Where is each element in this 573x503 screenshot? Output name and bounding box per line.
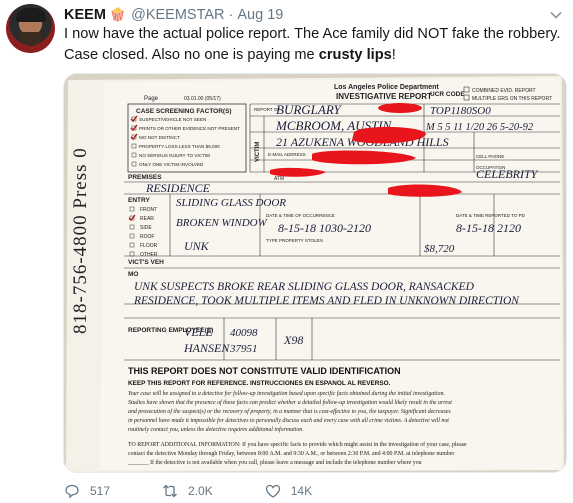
svg-text:SIDE: SIDE	[140, 225, 152, 231]
svg-text:routinely contact you, unless: routinely contact you, unless the detect…	[128, 426, 304, 433]
reply-button[interactable]: 517	[64, 483, 110, 499]
tweet-date[interactable]: Aug 19	[237, 7, 283, 23]
tweet-text: I now have the actual police report. The…	[64, 26, 561, 63]
method-field: BROKEN WINDOW	[176, 217, 268, 229]
like-count: 14K	[290, 484, 313, 498]
svg-text:NO SERIOUS INJURY TO VICTIM: NO SERIOUS INJURY TO VICTIM	[139, 153, 210, 158]
svg-text:KEEP THIS REPORT FOR REFERENCE: KEEP THIS REPORT FOR REFERENCE. INSTRUCC…	[128, 380, 391, 387]
occurrence-field: 8-15-18 1030-2120	[278, 221, 371, 235]
svg-text:E-MAIL ADDRESS: E-MAIL ADDRESS	[268, 152, 306, 157]
svg-text:ONLY ONE VICTIM INVOLVED: ONLY ONE VICTIM INVOLVED	[139, 162, 204, 167]
svg-text:_______ If the detective is no: _______ If the detective is not availabl…	[127, 459, 422, 466]
retweet-button[interactable]: 2.0K	[162, 483, 213, 499]
employee-2: HANSEN	[183, 341, 230, 355]
heart-icon	[265, 484, 280, 498]
tweet-image[interactable]: 818-756-4800 Press 0 Los Angeles Police …	[63, 73, 567, 473]
side-note: 818-756-4800 Press 0	[70, 147, 91, 334]
svg-text:DATE & TIME REPORTED TO PD: DATE & TIME REPORTED TO PD	[456, 213, 526, 218]
employee-1: VELE	[184, 325, 213, 339]
reply-count: 517	[90, 484, 111, 498]
svg-text:MO: MO	[128, 271, 138, 278]
svg-text:Studies have shown that the pr: Studies have shown that the presence of …	[128, 399, 452, 406]
svg-text:MULTIPLE GRS ON THIS REPORT: MULTIPLE GRS ON THIS REPORT	[472, 96, 552, 102]
retweet-icon	[163, 484, 177, 498]
svg-text:and prosecution of the suspect: and prosecution of the suspect(s) or the…	[128, 408, 451, 415]
popcorn-icon: 🍿	[109, 7, 127, 22]
svg-text:X98: X98	[283, 333, 303, 347]
svg-text:OTHER: OTHER	[140, 252, 158, 258]
svg-text:Page: Page	[144, 96, 159, 102]
svg-text:REAR: REAR	[140, 216, 154, 222]
screening-title: CASE SCREENING FACTOR(S)	[136, 108, 232, 115]
chevron-down-icon[interactable]	[549, 8, 563, 22]
like-button[interactable]: 14K	[265, 483, 312, 499]
svg-text:40098: 40098	[230, 327, 258, 339]
report-agency: Los Angeles Police Department	[334, 84, 439, 91]
loss-field: $8,720	[424, 243, 455, 255]
svg-text:FLOOR: FLOOR	[140, 243, 158, 249]
tweet-actions: 517 2.0K 14K	[64, 482, 394, 500]
avatar[interactable]	[6, 4, 55, 53]
svg-text:OCCUPATION: OCCUPATION	[476, 165, 505, 170]
reply-icon	[65, 484, 79, 499]
svg-text:TYPE PROPERTY STOLEN: TYPE PROPERTY STOLEN	[266, 238, 323, 243]
author-name[interactable]: KEEM	[64, 7, 106, 23]
svg-text:TO REPORT ADDITIONAL INFORMATI: TO REPORT ADDITIONAL INFORMATION: If you…	[128, 441, 467, 448]
svg-text:VICTIM: VICTIM	[255, 142, 261, 162]
svg-text:MO NOT DISTINCT: MO NOT DISTINCT	[139, 135, 180, 140]
svg-text:CELL PHONE: CELL PHONE	[476, 154, 504, 159]
point-of-entry-field: SLIDING GLASS DOOR	[176, 197, 286, 209]
reported-field: 8-15-18 2120	[456, 221, 521, 235]
svg-text:ROOF: ROOF	[140, 234, 154, 240]
retweet-count: 2.0K	[188, 484, 213, 498]
svg-text:contact the detective Monday t: contact the detective Monday through Fri…	[128, 451, 454, 457]
svg-text:PRINTS OR OTHER EVIDENCE NOT P: PRINTS OR OTHER EVIDENCE NOT PRESENT	[139, 126, 240, 131]
svg-text:Your case will be assigned to: Your case will be assigned to a detectiv…	[128, 390, 445, 397]
mo-line-2: RESIDENCE, TOOK MULTIPLE ITEMS AND FLED …	[133, 295, 520, 307]
svg-text:ATM: ATM	[274, 176, 284, 182]
report-of-field: BURGLARY	[276, 102, 343, 117]
svg-text:FRONT: FRONT	[140, 207, 157, 213]
mo-line-1: UNK SUSPECTS BROKE REAR SLIDING GLASS DO…	[134, 281, 475, 293]
tweet-header: KEEM 🍿 @KEEMSTAR · Aug 19	[64, 7, 284, 23]
premises-field: RESIDENCE	[145, 181, 211, 195]
svg-text:03.01.00 (05/17): 03.01.00 (05/17)	[184, 96, 221, 102]
svg-text:ENTRY: ENTRY	[128, 197, 150, 204]
svg-text:DATE & TIME OF OCCURRENCE: DATE & TIME OF OCCURRENCE	[266, 213, 335, 218]
bold-text: crusty lips	[318, 47, 392, 63]
svg-text:UCR CODE: UCR CODE	[430, 91, 465, 98]
victim-dob-field: M 5 5 11 1/20 26 5-20-92	[425, 122, 534, 133]
author-handle[interactable]: @KEEMSTAR	[131, 7, 224, 23]
file-no-field: TOP1180SO0	[430, 105, 491, 117]
report-title: INVESTIGATIVE REPORT	[336, 92, 432, 101]
svg-text:COMBINED EVID. REPORT: COMBINED EVID. REPORT	[472, 88, 536, 94]
svg-text:PREMISES: PREMISES	[128, 174, 162, 181]
svg-text:VICT'S VEH: VICT'S VEH	[128, 259, 164, 266]
disclaimer: THIS REPORT DOES NOT CONSTITUTE VALID ID…	[128, 366, 401, 376]
instrument-field: UNK	[184, 239, 210, 253]
svg-text:PROPERTY LOSS LESS THAN $5,000: PROPERTY LOSS LESS THAN $5,000	[139, 144, 220, 149]
svg-text:37951: 37951	[229, 343, 258, 355]
svg-text:SUSPECT/VEHICLE NOT SEEN: SUSPECT/VEHICLE NOT SEEN	[139, 117, 206, 122]
svg-text:in personnel have made it impo: in personnel have made it impossible for…	[128, 417, 449, 424]
